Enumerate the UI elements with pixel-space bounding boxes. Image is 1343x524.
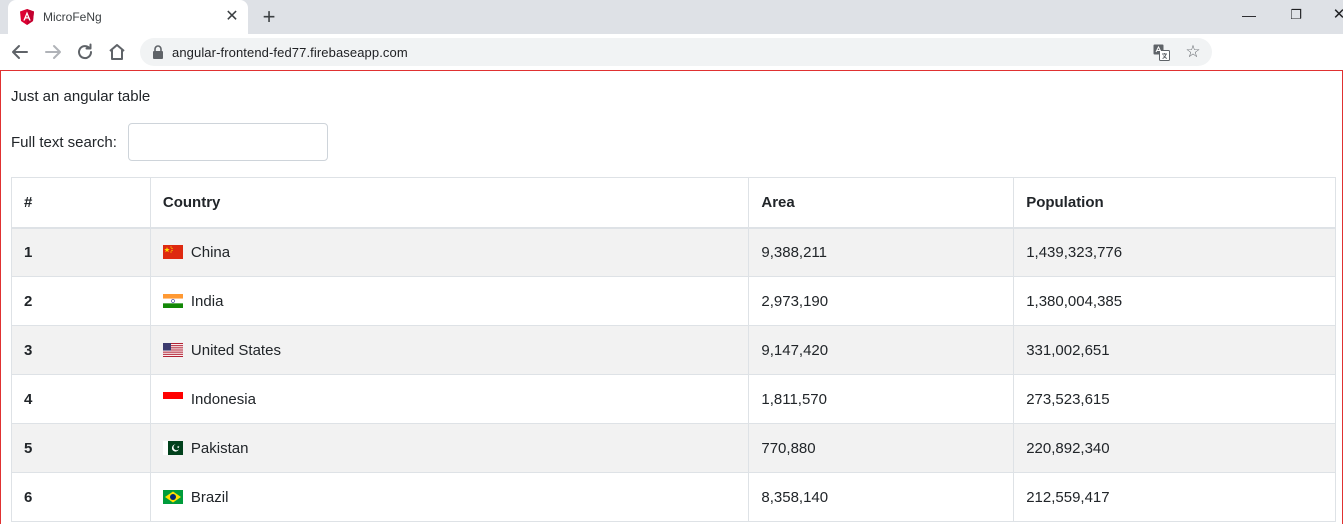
area-cell: 8,358,140 [748, 472, 1015, 522]
country-cell: Pakistan [149, 423, 750, 473]
row-index: 2 [11, 276, 151, 326]
area-cell: 1,811,570 [748, 374, 1015, 424]
translate-icon[interactable] [1153, 44, 1170, 61]
table-row: 3 United States 9,147,420 331,002,651 [11, 325, 1336, 375]
area-cell: 9,147,420 [748, 325, 1015, 375]
population-cell: 331,002,651 [1013, 325, 1336, 375]
row-index: 5 [11, 423, 151, 473]
country-name: China [190, 243, 231, 261]
indonesia-flag-icon [162, 391, 183, 406]
population-cell: 220,892,340 [1013, 423, 1336, 473]
row-index: 3 [11, 325, 151, 375]
country-cell: United States [149, 325, 750, 375]
country-cell: India [149, 276, 750, 326]
page-viewport: Just an angular table Full text search: … [0, 70, 1343, 524]
column-header-country[interactable]: Country [149, 177, 750, 229]
forward-arrow-icon[interactable] [41, 40, 65, 64]
area-cell: 2,973,190 [748, 276, 1015, 326]
population-cell: 1,380,004,385 [1013, 276, 1336, 326]
search-input[interactable] [128, 123, 328, 161]
united-states-flag-icon [162, 342, 183, 357]
pakistan-flag-icon [162, 440, 183, 455]
area-cell: 770,880 [748, 423, 1015, 473]
column-header-area[interactable]: Area [748, 177, 1015, 229]
bookmark-star-icon[interactable]: ☆ [1184, 43, 1202, 61]
angular-icon [20, 9, 34, 25]
url-text[interactable]: angular-frontend-fed77.firebaseapp.com [172, 45, 408, 60]
browser-tab-strip: MicroFeNg ✕ + — ❐ ✕ [0, 0, 1343, 34]
table-row: 1 China 9,388,211 1,439,323,776 [11, 227, 1336, 277]
countries-table: # Country Area Population 1 China 9,388,… [11, 177, 1336, 522]
table-header-row: # Country Area Population [11, 177, 1336, 229]
column-header-population[interactable]: Population [1013, 177, 1336, 229]
india-flag-icon [162, 293, 183, 308]
country-name: Indonesia [190, 390, 256, 408]
table-row: 4 Indonesia 1,811,570 273,523,615 [11, 374, 1336, 424]
brazil-flag-icon [162, 489, 183, 504]
lock-icon[interactable] [152, 45, 164, 59]
country-name: Brazil [190, 488, 229, 506]
population-cell: 212,559,417 [1013, 472, 1336, 522]
reload-icon[interactable] [73, 40, 97, 64]
china-flag-icon [162, 244, 183, 259]
address-bar[interactable]: angular-frontend-fed77.firebaseapp.com ☆ [140, 38, 1212, 66]
search-label: Full text search: [11, 134, 117, 151]
row-index: 4 [11, 374, 151, 424]
home-icon[interactable] [105, 40, 129, 64]
country-name: United States [190, 341, 281, 359]
restore-icon[interactable]: ❐ [1284, 5, 1308, 25]
browser-toolbar: angular-frontend-fed77.firebaseapp.com ☆ [0, 34, 1343, 70]
population-cell: 1,439,323,776 [1013, 227, 1336, 277]
table-row: 6 Brazil 8,358,140 212,559,417 [11, 472, 1336, 522]
country-name: Pakistan [190, 439, 249, 457]
area-cell: 9,388,211 [748, 227, 1015, 277]
country-cell: Brazil [149, 472, 750, 522]
back-arrow-icon[interactable] [8, 40, 32, 64]
page-title: Just an angular table [11, 88, 151, 105]
tab-title: MicroFeNg [43, 10, 102, 24]
country-name: India [190, 292, 224, 310]
new-tab-icon[interactable]: + [258, 6, 280, 28]
column-header-index[interactable]: # [11, 177, 151, 229]
table-row: 5 Pakistan 770,880 220,892,340 [11, 423, 1336, 473]
close-window-icon[interactable]: ✕ [1327, 5, 1343, 25]
table-row: 2 India 2,973,190 1,380,004,385 [11, 276, 1336, 326]
population-cell: 273,523,615 [1013, 374, 1336, 424]
close-tab-icon[interactable]: ✕ [222, 7, 242, 27]
browser-tab[interactable]: MicroFeNg ✕ [8, 0, 248, 34]
minimize-icon[interactable]: — [1237, 5, 1261, 25]
country-cell: China [149, 227, 750, 277]
row-index: 6 [11, 472, 151, 522]
country-cell: Indonesia [149, 374, 750, 424]
row-index: 1 [11, 227, 151, 277]
